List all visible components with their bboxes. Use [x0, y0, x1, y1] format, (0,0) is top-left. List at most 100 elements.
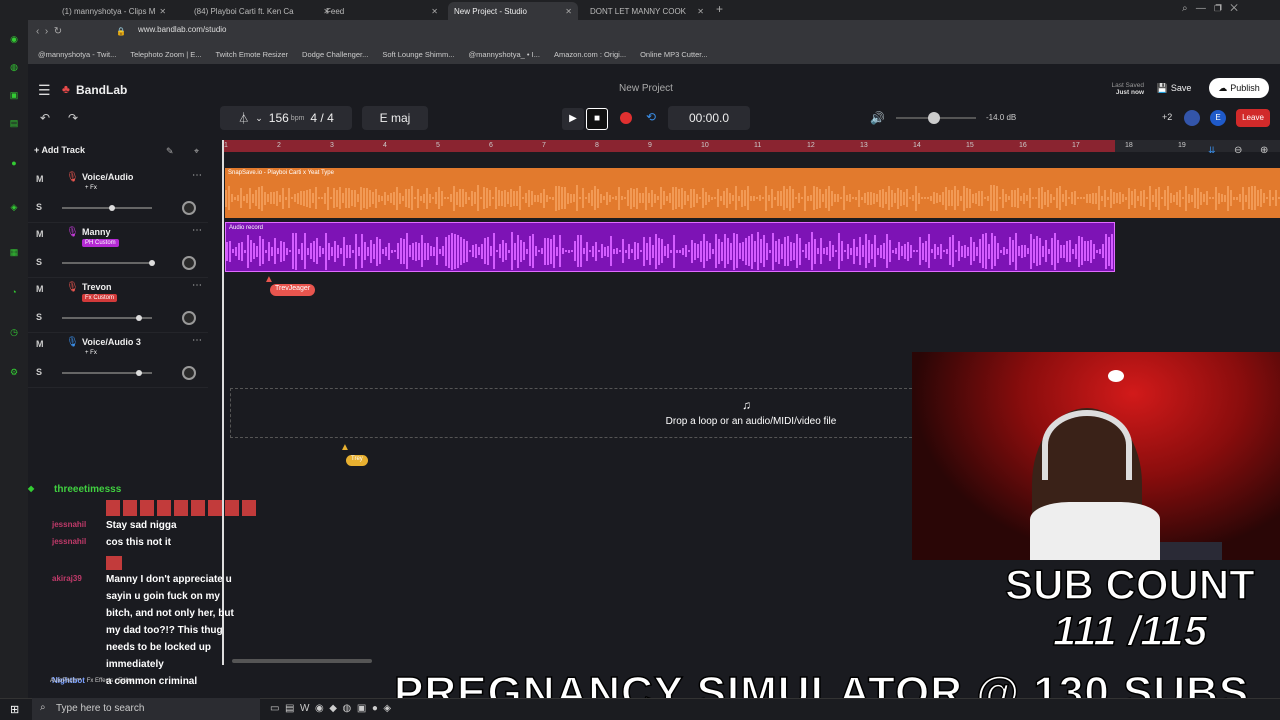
fx-badge[interactable]: PH Custom [82, 239, 119, 247]
tab-2[interactable]: (84) Playboi Carti ft. Ken Ca ✕ [188, 2, 336, 20]
add-track-button[interactable]: + Add Track [34, 145, 85, 155]
track-header[interactable]: M S 🎙 Trevon Fx Custom ⋯ [28, 278, 208, 333]
key-selector[interactable]: E maj [362, 106, 428, 130]
bottom-tools[interactable]: AutoPitch™ Fx Effects Editor [50, 678, 134, 684]
volume-icon[interactable]: 🔊 [870, 111, 885, 125]
app-icon[interactable]: ● [7, 156, 21, 170]
avatar[interactable]: E [1210, 110, 1226, 126]
more-icon[interactable]: ⋯ [192, 335, 202, 346]
close-icon[interactable]: ✕ [697, 7, 704, 16]
zoom-in-icon[interactable]: ⊕ [1260, 145, 1268, 156]
publish-button[interactable]: ☁ Publish [1209, 78, 1269, 98]
app-icon[interactable]: ◈ [7, 200, 21, 214]
app-icon[interactable]: ⚙ [7, 365, 21, 379]
chevron-down-icon[interactable]: ⌄ [255, 113, 263, 124]
time-signature[interactable]: 4 / 4 [310, 111, 333, 125]
solo-button[interactable]: S [36, 202, 42, 212]
tools-icon[interactable]: ⌖ [194, 146, 199, 157]
record-button[interactable] [620, 112, 632, 124]
bookmark[interactable]: Twitch Emote Resizer [216, 50, 289, 60]
app-icon[interactable]: ◉ [7, 32, 21, 46]
more-icon[interactable]: ⋯ [192, 170, 202, 181]
bookmark[interactable]: Telephoto Zoom | E... [130, 50, 201, 60]
timeline-ruler[interactable]: 1 2 3 4 5 6 7 8 9 10 11 12 13 14 15 16 17 18 19 [222, 140, 1280, 152]
stop-button[interactable]: ■ [586, 108, 608, 130]
tab-3[interactable]: Feed ✕ [320, 2, 444, 20]
slider-handle[interactable] [109, 205, 115, 211]
drop-zone[interactable] [230, 388, 912, 438]
fx-badge[interactable]: + Fx [82, 349, 100, 357]
slider-handle[interactable] [928, 112, 940, 124]
bookmark[interactable]: Soft Lounge Shimm... [382, 50, 454, 60]
track-volume-slider[interactable] [62, 370, 152, 376]
windows-icon[interactable]: ⊞ [10, 703, 19, 716]
slider-handle[interactable] [136, 370, 142, 376]
app-icon[interactable]: ◔ [7, 285, 21, 299]
more-icon[interactable]: ⋯ [192, 225, 202, 236]
track-volume-slider[interactable] [62, 315, 152, 321]
taskbar-apps[interactable]: ▭ ▤ W ◉ ◆ ◍ ▣ ● ◈ [270, 703, 391, 714]
mute-button[interactable]: M [36, 339, 44, 349]
redo-icon[interactable]: ↷ [68, 111, 78, 125]
app-icon[interactable]: ◍ [7, 60, 21, 74]
track-header[interactable]: M S 🎙 Manny PH Custom ⋯ [28, 223, 208, 278]
track-name[interactable]: Manny [82, 227, 111, 237]
app-icon[interactable]: ▤ [7, 116, 21, 130]
close-icon[interactable]: ✕ [565, 7, 572, 16]
bookmark[interactable]: Dodge Challenger... [302, 50, 368, 60]
fx-label[interactable]: Fx Effects [87, 678, 114, 684]
app-icon[interactable]: ▣ [7, 88, 21, 102]
solo-button[interactable]: S [36, 312, 42, 322]
zoom-out-icon[interactable]: ⊖ [1234, 145, 1242, 156]
tab-1[interactable]: (1) mannyshotya - Clips M ✕ [56, 2, 168, 20]
snap-icon[interactable]: ⇊ [1208, 145, 1216, 156]
editor-label[interactable]: Editor [118, 678, 134, 684]
undo-icon[interactable]: ↶ [40, 111, 50, 125]
collaborator-count[interactable]: +2 [1162, 112, 1172, 122]
mute-button[interactable]: M [36, 229, 44, 239]
track-name[interactable]: Trevon [82, 282, 112, 292]
bpm-value[interactable]: 156 [269, 111, 289, 125]
slider-handle[interactable] [136, 315, 142, 321]
audio-region-recording[interactable]: Audio record [225, 222, 1115, 272]
save-button[interactable]: 💾 Save [1152, 78, 1196, 98]
avatar[interactable] [1184, 110, 1200, 126]
track-header[interactable]: M S 🎙 Voice/Audio + Fx ⋯ [28, 168, 208, 223]
leave-button[interactable]: Leave [1236, 109, 1270, 127]
horizontal-scrollbar[interactable] [232, 659, 372, 663]
pan-knob[interactable] [182, 256, 196, 270]
play-button[interactable]: ▶ [562, 108, 584, 130]
menu-icon[interactable]: ☰ [38, 82, 51, 99]
autopitch-label[interactable]: AutoPitch™ [50, 678, 82, 684]
tab-5[interactable]: DONT LET MANNY COOK ✕ [584, 2, 710, 20]
solo-button[interactable]: S [36, 257, 42, 267]
bookmark[interactable]: Amazon.com : Origi... [554, 50, 626, 60]
app-icon[interactable]: ◷ [7, 325, 21, 339]
nav-icons[interactable]: ‹ › ↻ [36, 26, 62, 37]
url-field[interactable]: www.bandlab.com/studio [138, 25, 227, 34]
track-header[interactable]: M S 🎙 Voice/Audio 3 + Fx ⋯ [28, 333, 208, 388]
solo-button[interactable]: S [36, 367, 42, 377]
taskbar-search[interactable]: ⌕ Type here to search [32, 698, 260, 720]
loop-icon[interactable]: ⟲ [646, 110, 656, 124]
pan-knob[interactable] [182, 366, 196, 380]
app-icon[interactable]: ▦ [7, 245, 21, 259]
window-controls[interactable]: ⌕ — ❐ ✕ [1182, 3, 1238, 14]
bookmark[interactable]: Online MP3 Cutter... [640, 50, 708, 60]
audio-region-beat[interactable]: SnapSave.io - Playboi Carti x Yeat Type [225, 168, 1280, 218]
master-volume-slider[interactable] [896, 112, 976, 124]
slider-handle[interactable] [149, 260, 155, 266]
metronome-icon[interactable]: ⏃ [238, 110, 249, 126]
fx-badge[interactable]: + Fx [82, 184, 100, 192]
loop-region[interactable] [222, 140, 1115, 152]
pan-knob[interactable] [182, 311, 196, 325]
more-icon[interactable]: ⋯ [192, 280, 202, 291]
bookmark[interactable]: @mannyshotya_ • I... [468, 50, 540, 60]
new-tab-icon[interactable]: + [716, 2, 723, 16]
fx-badge[interactable]: Fx Custom [82, 294, 118, 302]
mute-button[interactable]: M [36, 174, 44, 184]
tab-4[interactable]: New Project - Studio ✕ [448, 2, 578, 20]
track-volume-slider[interactable] [62, 260, 155, 266]
track-name[interactable]: Voice/Audio [82, 172, 133, 182]
close-icon[interactable]: ✕ [431, 7, 438, 16]
